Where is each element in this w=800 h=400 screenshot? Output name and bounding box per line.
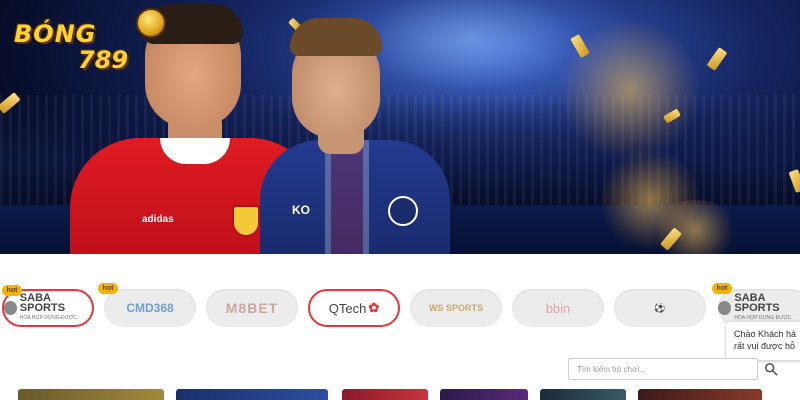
search-input[interactable]: [568, 358, 758, 380]
club-crest-icon: [232, 205, 260, 237]
provider-tab-saba[interactable]: hot SABA SPORTS HÒA HỢP DỰNG ĐƯỢC: [2, 285, 94, 327]
game-thumbnail[interactable]: [440, 389, 528, 400]
hot-badge: hot: [98, 283, 118, 294]
game-thumbnail[interactable]: [176, 389, 328, 400]
jersey-stripe: [325, 140, 369, 254]
game-thumbnail[interactable]: [638, 389, 762, 400]
game-thumbnail[interactable]: [18, 389, 164, 400]
provider-name: QTech: [328, 300, 367, 316]
saba-logo-icon: [4, 301, 17, 315]
confetti-piece: [706, 47, 728, 71]
provider-name: CMD368: [126, 301, 174, 315]
provider-label: SABA SPORTS HÒA HỢP DỰNG ĐƯỢC: [20, 293, 92, 323]
brand-name: BÓNG: [14, 20, 97, 48]
provider-tab-bbin[interactable]: bbin: [512, 289, 604, 327]
soccer-ball-icon: [136, 8, 166, 38]
brand-logo[interactable]: BÓNG 789: [8, 8, 168, 74]
provider-logo: SABA SPORTS HÒA HỢP DỰNG ĐƯỢC: [718, 293, 800, 323]
soccer-ball-icon: ⚽: [654, 302, 666, 313]
chat-line: rất vui được hỗ: [734, 341, 795, 351]
page: adidas KO BÓNG 789 hot SABA SPORTS HÒA HỢ…: [0, 0, 800, 400]
provider-tab-qtech[interactable]: QTech ✿: [308, 289, 400, 327]
provider-tab-ball[interactable]: ⚽: [614, 289, 706, 327]
provider-name: SABA SPORTS: [19, 292, 66, 314]
hero-banner[interactable]: adidas KO BÓNG 789: [0, 0, 800, 254]
provider-name: SABA SPORTS: [734, 292, 780, 314]
provider-tab-m8bet[interactable]: M8BET: [206, 289, 298, 327]
provider-name: bbin: [545, 300, 571, 316]
provider-label: SABA SPORTS HÒA HỢP DỰNG ĐƯỢC: [734, 293, 800, 323]
hot-badge: hot: [712, 283, 732, 294]
provider-logo: SABA SPORTS HÒA HỢP DỰNG ĐƯỢC: [4, 293, 92, 323]
player-hair: [290, 18, 382, 56]
shirt-sponsor: KO: [292, 203, 310, 217]
qtech-paw-icon: ✿: [368, 300, 380, 315]
saba-logo-icon: [718, 301, 732, 315]
chat-line: Chào Khách hà: [734, 329, 797, 339]
game-thumbnail[interactable]: [540, 389, 626, 400]
provider-name: WS SPORTS: [428, 303, 483, 313]
provider-tabs: hot SABA SPORTS HÒA HỢP DỰNG ĐƯỢC hot CMD…: [0, 283, 800, 331]
provider-tab-ws-sports[interactable]: WS SPORTS: [410, 289, 502, 327]
chat-greeting-popup[interactable]: Chào Khách hà rất vui được hỗ: [726, 322, 800, 360]
club-crest-icon: [388, 196, 418, 226]
provider-tab-cmd368[interactable]: hot CMD368: [98, 283, 196, 327]
hot-badge: hot: [2, 285, 22, 296]
provider-subtitle: HÒA HỢP DỰNG ĐƯỢC: [19, 315, 77, 321]
shirt-sponsor: adidas: [142, 214, 174, 225]
provider-name: M8BET: [225, 300, 279, 316]
search-icon[interactable]: [764, 362, 778, 376]
brand-number: 789: [78, 46, 129, 74]
game-thumbnail[interactable]: [342, 389, 428, 400]
